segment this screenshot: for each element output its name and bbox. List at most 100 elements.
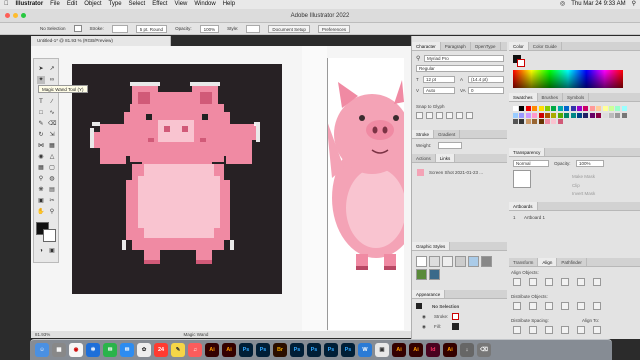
color-swatch[interactable] [538,106,544,111]
color-swatch[interactable] [538,119,544,124]
align-button-icon[interactable] [529,278,537,286]
menu-select[interactable]: Select [129,0,146,9]
tab-color[interactable]: Color [509,42,529,50]
color-swatch[interactable] [538,112,544,118]
appearance-stroke-label[interactable]: Stroke: [434,314,448,319]
color-swatch[interactable] [513,112,518,118]
menu-object[interactable]: Object [84,0,101,9]
tab-align[interactable]: Align [538,258,558,266]
graph-tool-icon[interactable]: ▤ [48,186,56,194]
graphic-style-swatch[interactable] [455,256,466,267]
wifi-icon[interactable]: ◎ [560,0,565,9]
mail-icon[interactable]: ✉ [120,343,134,357]
color-swatch[interactable] [602,112,608,118]
blend-mode-dropdown[interactable]: Normal [513,160,549,167]
adobe-app-icon[interactable]: Ai [392,343,406,357]
visibility-eye-icon[interactable]: ◉ [422,314,426,320]
color-swatch[interactable] [545,119,550,124]
preferences-button[interactable]: Preferences [317,24,351,33]
color-swatch[interactable] [557,112,563,118]
align-button-icon[interactable] [593,302,601,310]
adobe-app-icon[interactable]: Id [426,343,440,357]
snap-anchor-icon[interactable] [466,112,473,119]
kerning-field[interactable]: Auto [423,87,455,94]
vector-pig-image[interactable] [326,58,420,330]
appearance-stroke-swatch[interactable] [452,313,459,320]
document-tab[interactable]: Untitled-1* @ 81.93 % (RGB/Preview) [31,36,171,46]
color-swatch[interactable] [570,106,576,111]
adobe-app-icon[interactable]: Ps [307,343,321,357]
document-setup-button[interactable]: Document Setup [268,24,310,33]
align-button-icon[interactable] [513,302,521,310]
graphic-style-swatch[interactable] [442,256,453,267]
color-swatch[interactable] [532,119,538,124]
color-swatch[interactable] [609,106,614,111]
scale-tool-icon[interactable]: ⇲ [48,131,56,139]
artboard-1[interactable] [72,64,282,294]
tab-paragraph[interactable]: Paragraph [441,42,471,50]
close-window-icon[interactable] [5,13,10,18]
menu-effect[interactable]: Effect [152,0,167,9]
snap-proximity-icon[interactable] [446,112,453,119]
fill-swatch[interactable] [73,25,82,32]
color-swatch[interactable] [564,112,570,118]
transparency-opacity-field[interactable]: 100% [576,160,604,167]
font-size-field[interactable]: 12 pt [423,76,455,83]
tab-artboards[interactable]: Artboards [509,202,538,210]
leading-field[interactable]: (14.4 pt) [468,76,504,83]
opacity-field[interactable]: 100% [199,24,220,33]
hand-tool-icon[interactable]: ✋ [37,208,45,216]
tab-stroke[interactable]: Stroke [412,130,435,138]
eraser-tool-icon[interactable]: ⌫ [48,120,56,128]
graphic-style-swatch[interactable] [429,269,440,280]
draw-mode-icon[interactable]: ◑ [37,247,45,255]
apple-menu-icon[interactable]:  [4,0,9,9]
color-stroke-swatch[interactable] [517,59,525,67]
color-spectrum[interactable] [513,70,623,88]
zoom-tool-icon[interactable]: ⚲ [48,208,56,216]
safari-icon[interactable]: ✻ [86,343,100,357]
tab-actions[interactable]: Actions [412,154,436,162]
color-swatch[interactable] [525,112,531,118]
tab-color-guide[interactable]: Color Guide [529,42,562,50]
color-swatch[interactable] [557,106,563,111]
tab-character[interactable]: Character [412,42,441,50]
clock[interactable]: Thu Mar 24 9:33 AM [571,0,625,9]
adobe-app-icon[interactable]: Ps [256,343,270,357]
color-swatch[interactable] [545,106,550,111]
color-swatch[interactable] [557,119,563,124]
shaper-tool-icon[interactable]: ✎ [37,120,45,128]
color-swatch[interactable] [589,112,595,118]
tab-symbols[interactable]: Symbols [563,93,590,101]
search-icon[interactable]: ⚲ [416,55,420,62]
graphic-style-swatch[interactable] [416,269,427,280]
color-swatch[interactable] [551,106,557,111]
color-swatch[interactable] [551,112,557,118]
adobe-app-icon[interactable]: Ps [341,343,355,357]
blend-tool-icon[interactable]: ◍ [48,175,56,183]
align-button-icon[interactable] [577,302,585,310]
make-mask-button[interactable]: Make Mask [572,174,595,179]
color-swatch[interactable] [519,112,525,118]
align-button-icon[interactable] [577,278,585,286]
color-swatch[interactable] [525,106,531,111]
screen-mode-icon[interactable]: ▣ [48,247,56,255]
snap-xheight-icon[interactable] [426,112,433,119]
adobe-app-icon[interactable]: Br [273,343,287,357]
menu-help[interactable]: Help [223,0,235,9]
menu-view[interactable]: View [174,0,187,9]
brush-dropdown[interactable]: 5 pt. Round [135,24,168,33]
color-swatch[interactable] [583,112,589,118]
align-button-icon[interactable] [593,326,601,334]
weight-field[interactable] [438,142,462,149]
stroke-color-swatch[interactable] [43,229,56,242]
color-swatch[interactable] [532,112,538,118]
calendar-icon[interactable]: 24 [154,343,168,357]
color-swatch[interactable] [596,112,602,118]
notes-icon[interactable]: ✎ [171,343,185,357]
color-swatch[interactable] [615,106,621,111]
color-swatch[interactable] [519,119,525,124]
adobe-app-icon[interactable]: Ai [205,343,219,357]
shape-builder-tool-icon[interactable]: ◉ [37,153,45,161]
adobe-app-icon[interactable]: Ps [290,343,304,357]
